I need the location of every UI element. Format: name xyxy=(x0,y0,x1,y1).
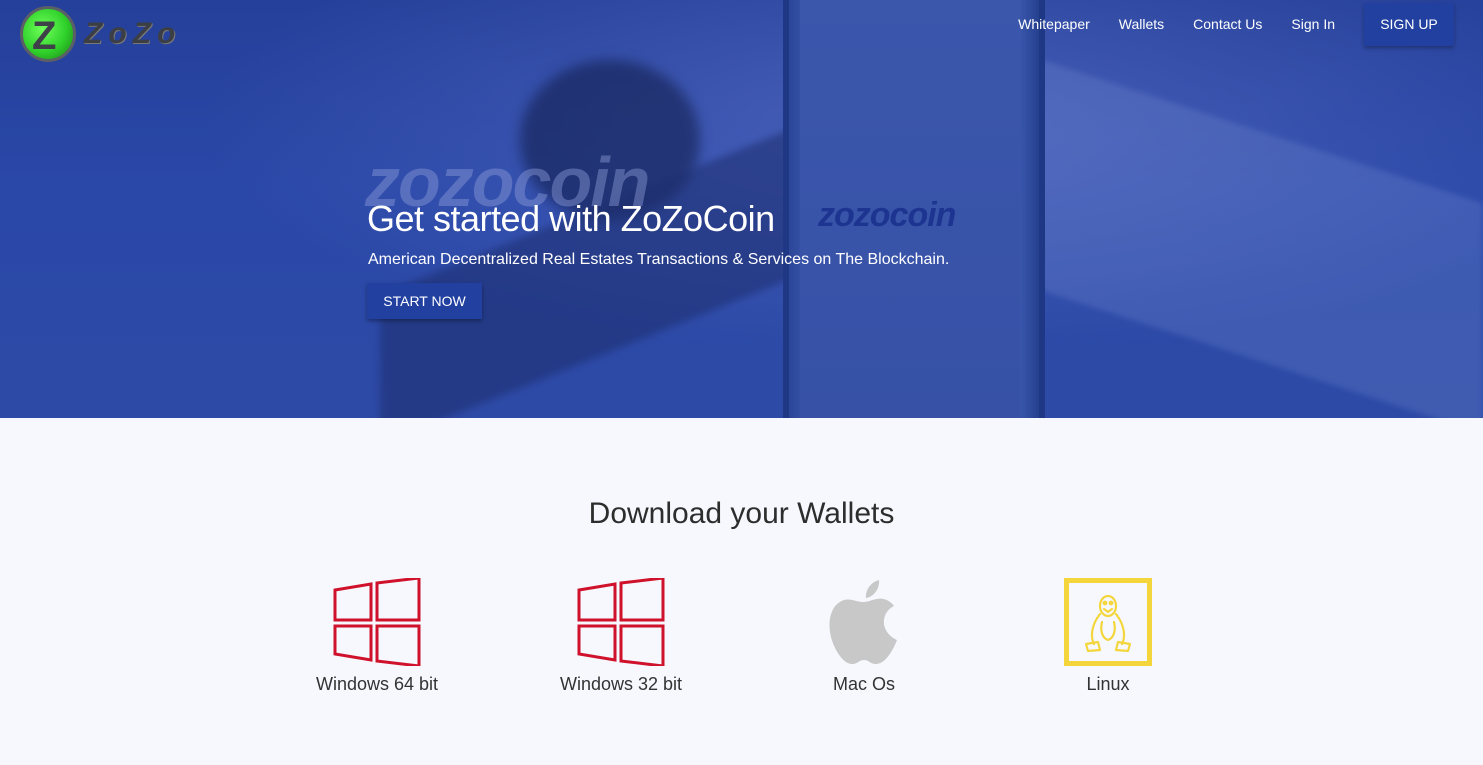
wallet-label: Windows 32 bit xyxy=(559,674,683,694)
wallet-download-mac-os[interactable]: Mac Os xyxy=(774,578,954,695)
wallet-label: Windows 64 bit xyxy=(315,674,439,694)
logo-text: ZoZo xyxy=(84,17,182,50)
wallet-download-linux[interactable]: Linux xyxy=(1018,578,1198,695)
windows-icon xyxy=(333,576,421,668)
nav-link-sign-in[interactable]: Sign In xyxy=(1291,16,1335,32)
hero-subtitle: American Decentralized Real Estates Tran… xyxy=(368,251,950,268)
hero-banner: zozocoin zozocoin Z ZoZo Whitepaper Wall… xyxy=(0,0,1483,418)
downloads-heading: Download your Wallets xyxy=(588,497,895,530)
phone-screen-logo: zozocoin xyxy=(818,196,956,234)
site-logo[interactable]: Z ZoZo xyxy=(20,6,181,62)
nav-link-wallets[interactable]: Wallets xyxy=(1119,16,1164,32)
hero-title: Get started with ZoZoCoin xyxy=(367,198,775,239)
hero-background-laptop xyxy=(1030,56,1483,418)
sign-up-button[interactable]: SIGN UP xyxy=(1364,2,1454,46)
wallet-download-windows-32[interactable]: Windows 32 bit xyxy=(531,576,711,695)
nav-link-contact-us[interactable]: Contact Us xyxy=(1193,16,1262,32)
wallet-label: Mac Os xyxy=(832,674,895,694)
apple-icon xyxy=(820,578,908,666)
wallet-label: Linux xyxy=(1086,674,1130,694)
logo-emblem-icon: Z xyxy=(20,6,76,62)
top-nav: Whitepaper Wallets Contact Us Sign In SI… xyxy=(1018,0,1483,48)
logo-letter: Z xyxy=(32,14,57,58)
windows-icon xyxy=(577,576,665,668)
wallet-download-windows-64[interactable]: Windows 64 bit xyxy=(287,576,467,695)
nav-link-whitepaper[interactable]: Whitepaper xyxy=(1018,16,1090,32)
linux-tux-icon xyxy=(1064,578,1152,666)
start-now-button[interactable]: START NOW xyxy=(367,283,482,319)
